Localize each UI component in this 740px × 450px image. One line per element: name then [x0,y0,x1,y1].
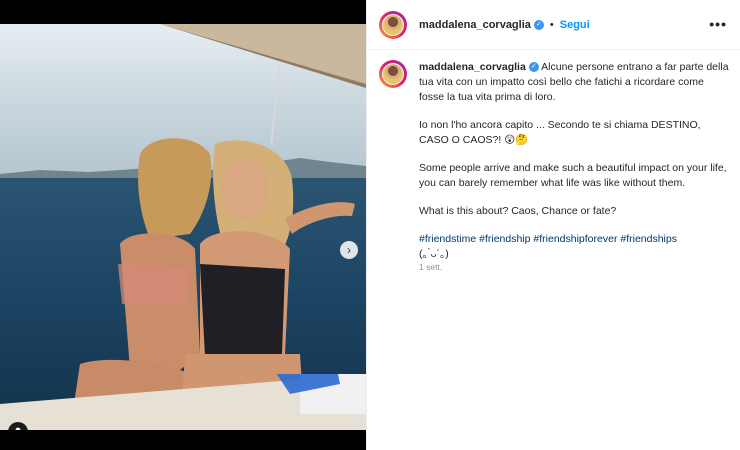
post-header: maddalena_corvaglia ✓ • Segui ••• [367,0,740,50]
caption-username[interactable]: maddalena_corvaglia ✓ [419,61,539,73]
caption-italian-2: Io non l'ho ancora capito ... Secondo te… [419,119,701,146]
more-options-icon[interactable]: ••• [709,16,727,32]
caption-avatar[interactable] [379,60,407,88]
post-side-panel: maddalena_corvaglia ✓ • Segui ••• maddale… [366,0,740,450]
caption-english-2: What is this about? Caos, Chance or fate… [419,205,617,217]
header-username[interactable]: maddalena_corvaglia ✓ [419,19,544,31]
caption-row: maddalena_corvaglia ✓ Alcune persone entr… [367,60,740,275]
caption-area: maddalena_corvaglia ✓ Alcune persone entr… [367,60,740,275]
follow-button[interactable]: Segui [560,19,590,31]
post-photo[interactable]: › [0,24,366,430]
photo-deck [0,374,366,430]
header-separator: • [549,18,554,31]
caption-kaomoji: (｡ ̀ᴗ´｡) [419,248,449,260]
user-tag-icon [15,427,21,430]
avatar[interactable] [379,10,407,39]
post-timestamp[interactable]: 1 sett. [419,260,729,275]
verified-badge-icon: ✓ [533,19,544,30]
instagram-post-modal: › maddalena_corvaglia ✓ • Segui ••• madd… [0,0,740,450]
photo-people [70,138,355,430]
verified-badge-icon: ✓ [528,62,539,73]
caption-english-1: Some people arrive and make such a beaut… [419,162,727,189]
carousel-next-button[interactable]: › [340,241,358,259]
caption-hashtags[interactable]: #friendstime #friendship #friendshipfore… [419,233,677,245]
caption-text: maddalena_corvaglia ✓ Alcune persone entr… [419,60,729,275]
